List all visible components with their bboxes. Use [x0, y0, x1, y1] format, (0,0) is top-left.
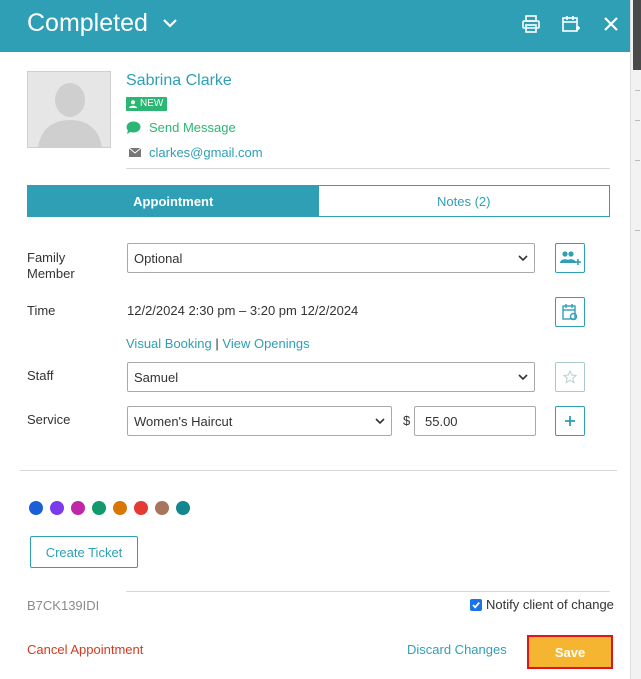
color-tag-dot[interactable] [92, 501, 106, 515]
background-scroll-edge [630, 0, 641, 679]
chevron-down-icon [375, 418, 385, 425]
avatar-placeholder-icon [28, 72, 110, 147]
create-ticket-button[interactable]: Create Ticket [30, 536, 138, 568]
service-select[interactable]: Women's Haircut [127, 406, 392, 436]
chat-bubble-icon [126, 121, 141, 134]
staff-value: Samuel [134, 369, 179, 385]
notify-client-checkbox[interactable] [470, 598, 482, 611]
favorite-staff-button[interactable] [555, 362, 585, 392]
appointment-time: 12/2/2024 2:30 pm – 3:20 pm 12/2/2024 [127, 303, 359, 318]
calendar-refresh-icon [562, 304, 578, 321]
cancel-appointment-link[interactable]: Cancel Appointment [27, 642, 143, 657]
color-tag-dot[interactable] [176, 501, 190, 515]
staff-label: Staff [27, 368, 54, 383]
save-button[interactable]: Save [527, 635, 613, 669]
links-separator: | [215, 336, 219, 351]
family-member-label: Family Member [27, 250, 75, 281]
new-client-badge: NEW [126, 97, 168, 111]
badge-label: NEW [140, 98, 164, 109]
close-icon[interactable] [600, 13, 622, 35]
color-tag-dot[interactable] [113, 501, 127, 515]
send-message-label: Send Message [149, 120, 236, 135]
add-family-member-button[interactable] [555, 243, 585, 273]
envelope-icon [129, 148, 141, 157]
color-tag-dot[interactable] [29, 501, 43, 515]
add-service-button[interactable] [555, 406, 585, 436]
color-tag-picker [29, 501, 190, 515]
service-value: Women's Haircut [134, 413, 233, 429]
send-message-link[interactable]: Send Message [126, 120, 236, 135]
family-member-value: Optional [134, 250, 183, 266]
appointment-reference-code: B7CK139IDI [27, 598, 100, 613]
visual-booking-link[interactable]: Visual Booking [126, 336, 212, 351]
currency-symbol: $ [403, 413, 411, 428]
discard-changes-link[interactable]: Discard Changes [407, 642, 507, 657]
plus-icon [565, 416, 575, 426]
notify-client-label: Notify client of change [486, 597, 614, 612]
reschedule-button[interactable] [555, 297, 585, 327]
family-member-select[interactable]: Optional [127, 243, 535, 273]
modal-header: Completed [0, 0, 630, 52]
tab-appointment[interactable]: Appointment [28, 186, 319, 216]
color-tag-dot[interactable] [155, 501, 169, 515]
client-email-link[interactable]: clarkes@gmail.com [129, 145, 263, 160]
color-tag-dot[interactable] [50, 501, 64, 515]
booking-links: Visual Booking | View Openings [126, 336, 310, 351]
appointment-tabs: Appointment Notes (2) [27, 185, 610, 217]
client-email: clarkes@gmail.com [149, 145, 263, 160]
service-price-input[interactable] [414, 406, 536, 436]
user-icon [129, 100, 137, 108]
status-title[interactable]: Completed [27, 8, 148, 38]
service-label: Service [27, 412, 71, 427]
calendar-add-icon[interactable] [560, 13, 582, 35]
print-icon[interactable] [520, 13, 542, 35]
checkmark-icon [472, 601, 480, 609]
star-icon [563, 370, 577, 384]
notify-client-option: Notify client of change [470, 597, 614, 612]
add-people-icon [560, 251, 581, 265]
staff-select[interactable]: Samuel [127, 362, 535, 392]
client-name[interactable]: Sabrina Clarke [126, 71, 232, 91]
client-divider [126, 168, 610, 169]
chevron-down-icon [518, 255, 528, 262]
chevron-down-icon[interactable] [161, 16, 179, 30]
view-openings-link[interactable]: View Openings [222, 336, 309, 351]
avatar [27, 71, 111, 148]
time-label: Time [27, 303, 56, 318]
color-tag-dot[interactable] [71, 501, 85, 515]
color-tag-dot[interactable] [134, 501, 148, 515]
footer-divider [126, 591, 610, 592]
form-divider [20, 470, 617, 471]
tab-notes[interactable]: Notes (2) [318, 186, 609, 216]
chevron-down-icon [518, 374, 528, 381]
